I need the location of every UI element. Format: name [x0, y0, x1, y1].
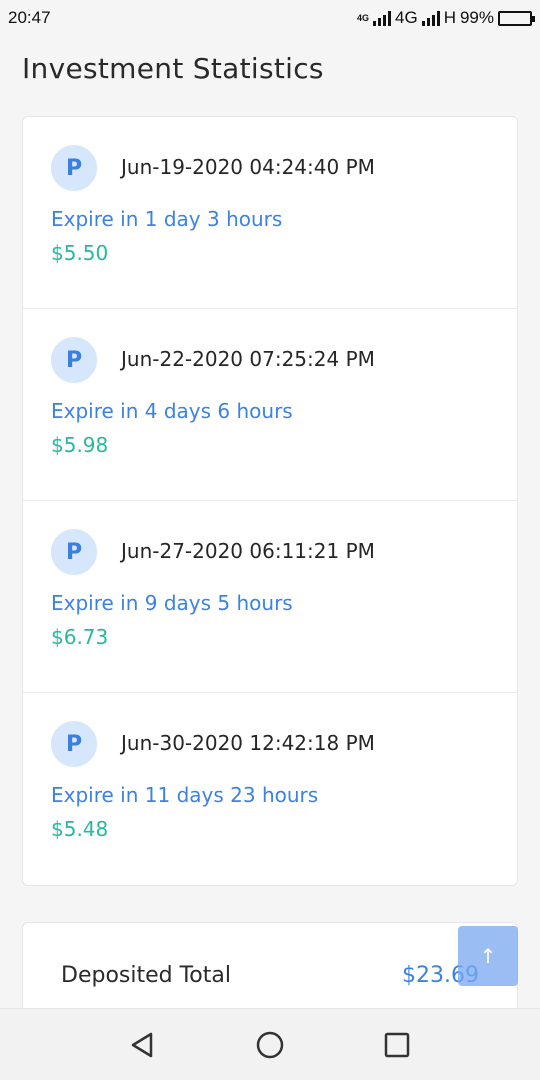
- home-button[interactable]: [250, 1025, 290, 1065]
- arrow-up-icon: ↑: [479, 944, 497, 968]
- investment-amount: $5.50: [51, 241, 109, 265]
- investment-amount: $6.73: [51, 625, 109, 649]
- back-button[interactable]: [123, 1025, 163, 1065]
- back-triangle-icon: [132, 1032, 153, 1057]
- network-type-primary: 4G: [395, 8, 418, 27]
- investment-expire: Expire in 1 day 3 hours: [51, 207, 283, 231]
- network-type-secondary: H: [443, 8, 456, 27]
- investment-date: Jun-27-2020 06:11:21 PM: [121, 539, 375, 563]
- battery-icon: [498, 10, 535, 26]
- network-type-small: 4G: [356, 13, 369, 23]
- signal-strength-icon: [373, 10, 391, 26]
- status-indicators: 4G 4G H 99%: [356, 8, 535, 28]
- home-circle-icon: [256, 1031, 284, 1058]
- recents-button[interactable]: [377, 1025, 417, 1065]
- signal-strength-icon-2: [421, 10, 440, 26]
- deposited-total-label: Deposited Total: [61, 963, 231, 988]
- plan-avatar-icon: P: [51, 337, 97, 383]
- investment-item[interactable]: P Jun-27-2020 06:11:21 PM Expire in 9 da…: [23, 501, 517, 693]
- recents-square-icon: [384, 1032, 409, 1057]
- system-nav-bar: [0, 1008, 540, 1080]
- investment-item[interactable]: P Jun-30-2020 12:42:18 PM Expire in 11 d…: [23, 693, 517, 885]
- battery-percent: 99%: [459, 8, 494, 27]
- investment-expire: Expire in 9 days 5 hours: [51, 591, 293, 615]
- page-title: Investment Statistics: [22, 52, 324, 85]
- scroll-to-top-button[interactable]: ↑: [458, 926, 518, 986]
- status-time: 20:47: [8, 8, 51, 27]
- investment-expire: Expire in 11 days 23 hours: [51, 783, 319, 807]
- investment-amount: $5.48: [51, 817, 109, 841]
- investment-date: Jun-19-2020 04:24:40 PM: [121, 155, 375, 179]
- plan-avatar-icon: P: [51, 529, 97, 575]
- plan-avatar-icon: P: [51, 145, 97, 191]
- investment-date: Jun-22-2020 07:25:24 PM: [121, 347, 375, 371]
- investment-expire: Expire in 4 days 6 hours: [51, 399, 293, 423]
- investment-item[interactable]: P Jun-22-2020 07:25:24 PM Expire in 4 da…: [23, 309, 517, 501]
- status-bar: 20:47 4G 4G H 99%: [0, 0, 540, 36]
- investment-item[interactable]: P Jun-19-2020 04:24:40 PM Expire in 1 da…: [23, 117, 517, 309]
- plan-avatar-icon: P: [51, 721, 97, 767]
- investment-date: Jun-30-2020 12:42:18 PM: [121, 731, 375, 755]
- investment-list-card: P Jun-19-2020 04:24:40 PM Expire in 1 da…: [22, 116, 518, 886]
- investment-amount: $5.98: [51, 433, 109, 457]
